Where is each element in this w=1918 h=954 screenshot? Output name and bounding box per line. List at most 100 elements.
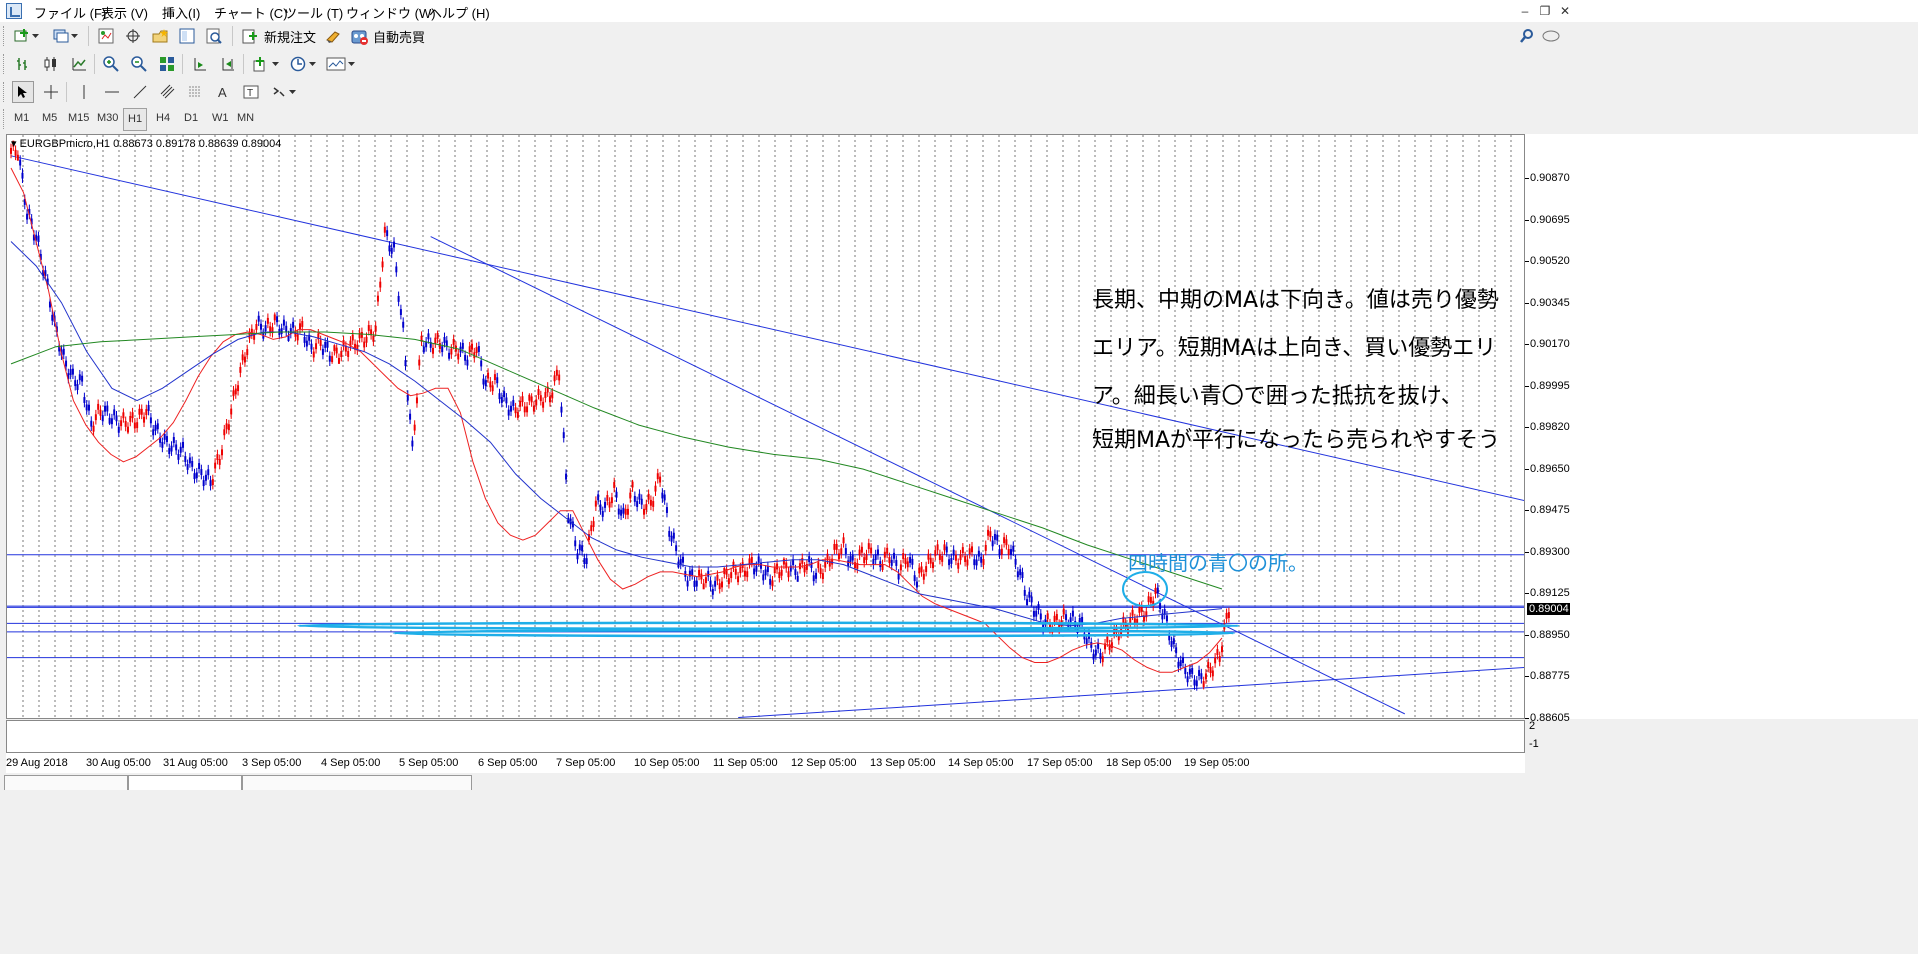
vertical-line-icon[interactable] [73,81,95,103]
data-window-icon[interactable] [122,25,144,47]
chevron-down-icon[interactable] [69,25,81,47]
menu-bar: ファイル (F) 表示 (V) 挿入(I) チャート (C) ツール (T) ウ… [0,0,1918,23]
candle-body [844,548,847,554]
candle-body [333,345,336,352]
candle-body [422,346,425,353]
menu-file[interactable]: ファイル (F) [34,3,106,22]
toolbar-grip[interactable] [3,109,7,129]
app-icon[interactable] [6,3,22,19]
candle-body [188,457,191,464]
candle-body [97,403,100,410]
candle-body [191,460,194,467]
menu-view[interactable]: 表示 (V) [101,3,148,22]
timeframe-h1[interactable]: H1 [123,108,148,131]
strategy-tester-icon[interactable] [203,25,225,47]
candle-body [1207,662,1210,668]
time-axis[interactable]: 29 Aug 2018 30 Aug 05:00 31 Aug 05:00 3 Sep… [6,753,1525,773]
toolbar-grip[interactable] [3,54,7,74]
candle-body [285,325,288,332]
indicator-subwindow[interactable] [6,720,1525,753]
menu-chart[interactable]: チャート (C) [214,3,288,22]
channel-icon[interactable] [157,81,179,103]
auto-scroll-icon[interactable] [217,53,239,75]
toolbar-grip[interactable] [3,26,7,46]
chevron-down-icon[interactable] [270,53,282,75]
candle-body [477,346,480,352]
restore-icon[interactable]: ❐ [1536,2,1554,20]
candle-body [436,332,439,339]
community-icon[interactable] [1540,25,1562,47]
candle-body [163,433,166,440]
chevron-down-icon[interactable] [30,25,42,47]
minimize-icon[interactable]: – [1516,2,1534,20]
terminal-icon[interactable] [176,25,198,47]
periods-icon[interactable] [287,53,309,75]
bar-chart-icon[interactable] [12,53,34,75]
auto-trading-button[interactable]: 自動売買 [349,25,425,47]
text-label-icon[interactable]: T [240,81,262,103]
menu-window[interactable]: ウィンドウ (W) [346,3,436,22]
close-icon[interactable]: ✕ [1556,2,1574,20]
candle-body [457,353,460,360]
candle-body [1138,606,1141,613]
price-axis[interactable]: 0.90870 0.90695 0.90520 0.90345 0.90170 0.899… [1525,134,1918,724]
timeframe-m5[interactable]: M5 [38,108,61,129]
candle-body [613,482,616,488]
indicators-icon[interactable] [250,53,272,75]
tile-windows-icon[interactable] [156,53,178,75]
fibonacci-icon[interactable] [185,81,207,103]
toolbar-grip[interactable] [3,82,7,102]
candle-body [117,426,120,433]
candle-body [886,547,889,554]
crosshair-icon[interactable] [40,81,62,103]
cursor-icon[interactable] [12,81,34,103]
candle-body [817,562,820,569]
chart-shift-icon[interactable] [189,53,211,75]
market-watch-icon[interactable] [95,25,117,47]
timeframe-m30[interactable]: M30 [93,108,122,129]
zoom-in-icon[interactable] [100,53,122,75]
candlestick-icon[interactable] [40,53,62,75]
candle-body [1177,661,1180,668]
menu-insert[interactable]: 挿入(I) [162,3,200,22]
candle-body [932,562,935,569]
candle-body [482,378,485,385]
candle-body [397,295,400,302]
chevron-down-icon[interactable] [346,53,358,75]
zoom-out-icon[interactable] [128,53,150,75]
navigator-icon[interactable] [149,25,171,47]
timeframe-w1[interactable]: W1 [208,108,233,129]
meta-editor-icon[interactable] [323,25,345,47]
chart-tab[interactable] [4,775,128,790]
candle-body [975,559,978,566]
candle-body [629,492,632,499]
trendline-icon[interactable] [129,81,151,103]
four-hour-note: 四時間の青〇の所。 [1128,551,1308,575]
candle-body [404,360,407,367]
timeframe-m15[interactable]: M15 [64,108,93,129]
analysis-note-line-4: 短期MAが平行になったら売られやすそう [1092,428,1501,453]
timeframe-m1[interactable]: M1 [10,108,33,129]
candle-body [971,546,974,553]
chevron-down-icon[interactable] [307,53,319,75]
menu-help[interactable]: ヘルプ (H) [429,3,490,22]
search-icon[interactable] [1516,25,1538,47]
chevron-down-icon[interactable] [287,81,299,103]
new-order-button[interactable]: 新規注文 [242,25,316,47]
candle-body [982,559,985,565]
candle-body [840,548,843,555]
candle-body [340,351,343,357]
horizontal-line-icon[interactable] [101,81,123,103]
chart-tab-active[interactable] [128,775,242,790]
candle-body [553,375,556,382]
candle-body [1085,638,1088,645]
chart-tab[interactable] [242,775,472,790]
timeframe-d1[interactable]: D1 [180,108,202,129]
candle-body [101,415,104,422]
templates-icon[interactable] [325,53,347,75]
timeframe-h4[interactable]: H4 [152,108,174,129]
line-chart-icon[interactable] [68,53,90,75]
timeframe-mn[interactable]: MN [233,108,258,129]
text-icon[interactable]: A [212,81,234,103]
menu-tools[interactable]: ツール (T) [284,3,343,22]
